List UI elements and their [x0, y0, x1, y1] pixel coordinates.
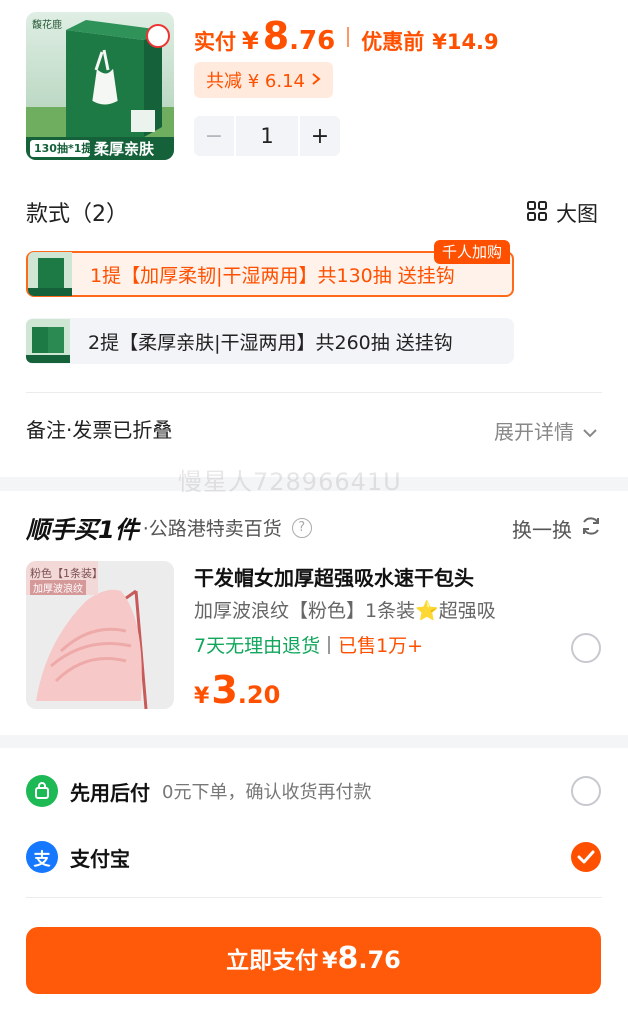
return-policy: 7天无理由退货 [194, 635, 321, 657]
discount-text: 共减 ¥ 6.14 [206, 71, 305, 92]
addon-brand: 顺手买1件 [26, 516, 139, 544]
pay-method-later[interactable]: 先用后付 0元下单，确认收货再付款 [26, 775, 371, 807]
before-discount-label: 优惠前 [361, 30, 425, 54]
item-image-tag2: 加厚波浪纹 [30, 580, 86, 595]
pay-button-label: 立即支付 [226, 948, 319, 974]
chevron-right-icon [311, 70, 321, 91]
price-line: 实付 ¥ 8 .76 优惠前 ¥14.9 [194, 14, 499, 60]
watermark-text: 慢星人72896641U [178, 468, 402, 496]
big-view-button[interactable]: 大图 [526, 198, 598, 228]
pay-method-desc: 0元下单，确认收货再付款 [162, 782, 372, 803]
quantity-stepper: − 1 + [194, 116, 340, 156]
option-label: 2提【柔厚亲肤|干湿两用】共260抽 送挂钩 [88, 331, 453, 354]
style-option-2[interactable]: 2提【柔厚亲肤|干湿两用】共260抽 送挂钩 [26, 318, 514, 364]
product-thumbnail[interactable]: 130抽*1提 柔厚亲肤 馥花鹿 [26, 12, 174, 160]
addon-item-tags: 7天无理由退货 已售1万+ [194, 631, 423, 658]
addon-select-radio[interactable] [571, 633, 601, 663]
styles-title: 款式（2） [26, 202, 128, 227]
addon-item-price: ¥ 3 .20 [194, 668, 280, 712]
grid-icon [526, 200, 548, 227]
addon-item-thumbnail[interactable]: 粉色【1条装】 加厚波浪纹 [26, 561, 174, 709]
banner-left-text: 130抽*1提 [34, 142, 93, 155]
addon-item-spec: 加厚波浪纹【粉色】1条装⭐超强吸 [194, 600, 496, 622]
price-int: 3 [211, 668, 238, 712]
shopping-bag-icon [26, 775, 58, 807]
sold-count: 已售1万+ [338, 635, 424, 657]
tag-separator [328, 635, 331, 654]
divider [26, 392, 602, 393]
expand-details-button[interactable]: 展开详情 [494, 416, 598, 445]
swap-button[interactable]: 换一换 [512, 514, 602, 543]
decrease-button[interactable]: − [194, 124, 234, 149]
price-currency: ¥ [194, 684, 210, 709]
price-separator [347, 27, 350, 47]
item-image-tag: 粉色【1条装】 [30, 567, 103, 580]
section-gap [0, 735, 628, 748]
quantity-value[interactable]: 1 [234, 116, 300, 156]
before-discount-price: ¥14.9 [432, 30, 499, 54]
price-dec: .76 [289, 26, 336, 56]
option-thumbnail [28, 252, 72, 296]
note-invoice-label: 备注·发票已折叠 [26, 418, 173, 442]
addon-header: 顺手买1件 ·公路港特卖百货 ? [26, 510, 312, 545]
big-view-label: 大图 [556, 202, 598, 226]
pay-later-radio[interactable] [571, 776, 601, 806]
banner-right-text: 柔厚亲肤 [94, 140, 155, 158]
brand-logo: 馥花鹿 [32, 20, 62, 31]
expand-label: 展开详情 [494, 420, 574, 444]
addon-item-title[interactable]: 干发帽女加厚超强吸水速干包头 [194, 562, 474, 591]
popular-badge: 千人加购 [434, 240, 511, 264]
price-int: 8 [262, 14, 290, 58]
price-currency: ¥ [242, 27, 259, 55]
swap-label: 换一换 [512, 518, 572, 542]
chevron-down-icon [582, 419, 598, 443]
option-thumbnail [26, 319, 70, 363]
alipay-icon: 支 [26, 841, 58, 873]
increase-button[interactable]: + [300, 124, 340, 149]
divider [26, 897, 602, 898]
pay-method-name: 支付宝 [70, 846, 130, 871]
addon-shop: ·公路港特卖百货 [142, 518, 282, 540]
alipay-checked-icon[interactable] [571, 842, 601, 872]
pay-now-button[interactable]: 立即支付 ¥ 8 .76 [26, 927, 601, 994]
help-icon[interactable]: ? [291, 517, 312, 538]
pay-button-dec: .76 [358, 946, 401, 974]
pay-button-int: 8 [337, 941, 359, 976]
pay-method-alipay[interactable]: 支 支付宝 [26, 841, 130, 873]
price-dec: .20 [237, 681, 281, 709]
pay-method-name: 先用后付 [70, 780, 150, 805]
paid-label: 实付 [194, 30, 236, 54]
refresh-icon [580, 515, 602, 542]
pay-button-currency: ¥ [322, 949, 338, 974]
discount-chip[interactable]: 共减 ¥ 6.14 [194, 62, 333, 98]
option-label: 1提【加厚柔韧|干湿两用】共130抽 送挂钩 [90, 264, 455, 287]
